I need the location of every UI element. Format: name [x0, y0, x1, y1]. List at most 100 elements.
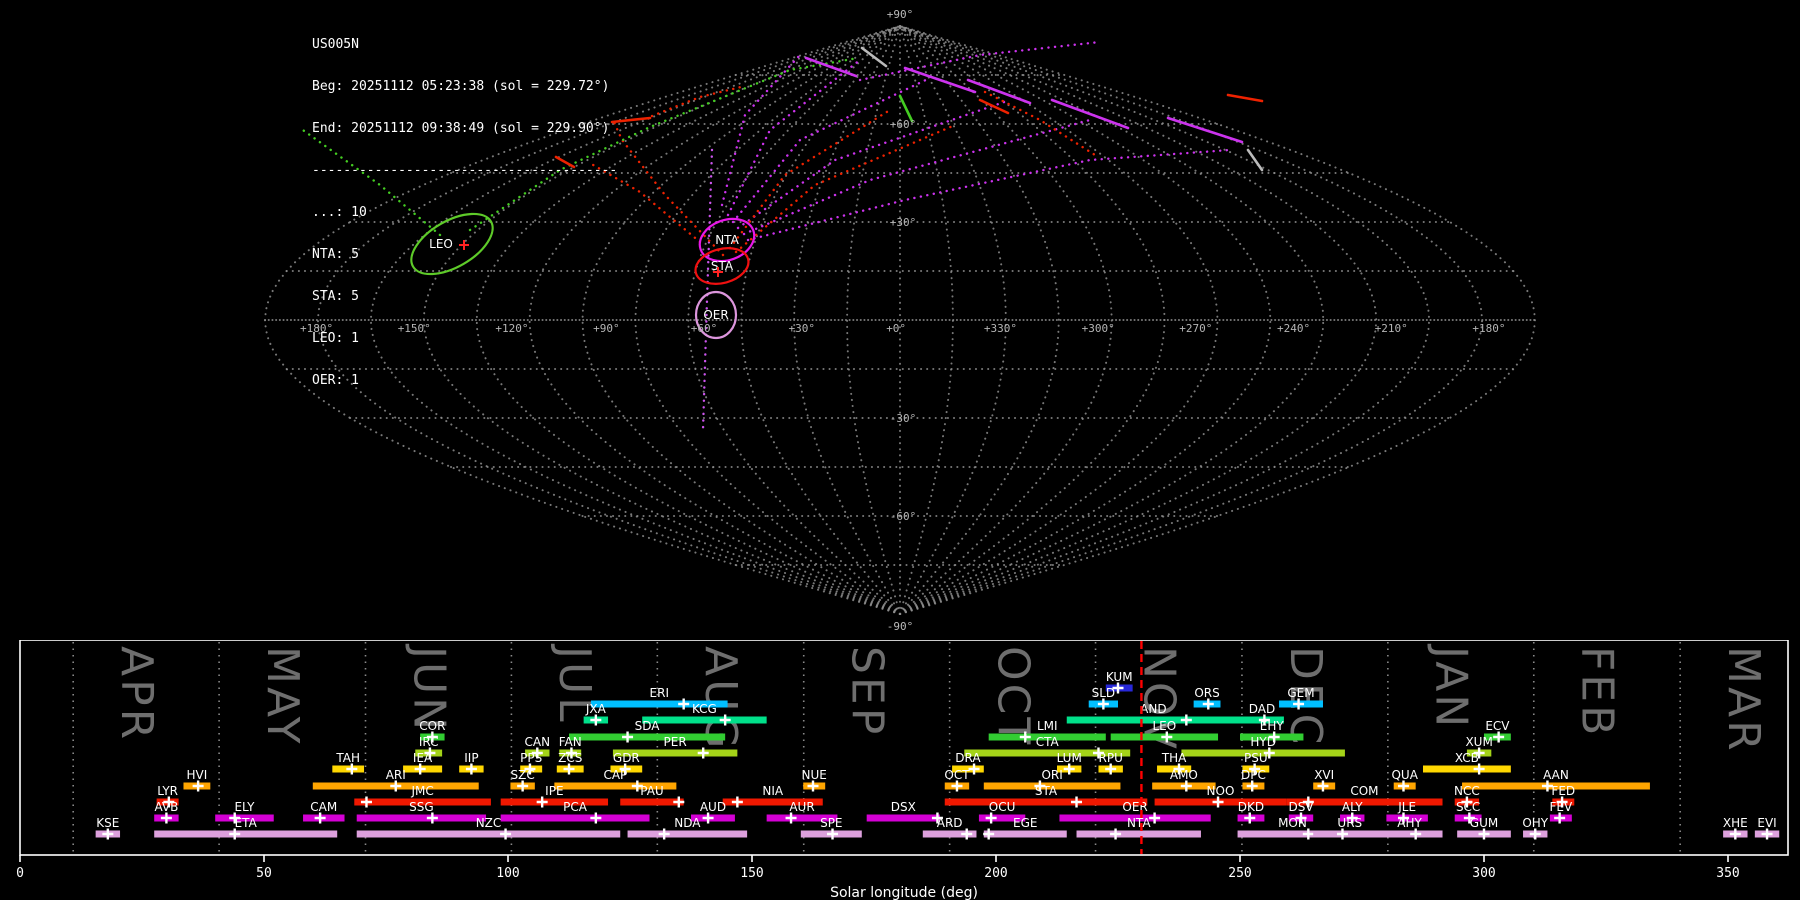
peak-marker-AUR	[785, 812, 797, 824]
shower-label-JMC: JMC	[410, 784, 433, 798]
peak-marker-HVI	[192, 780, 204, 792]
shower-label-AMO: AMO	[1170, 768, 1198, 782]
count-sta: STA: 5	[312, 289, 359, 304]
shower-bar-KCG	[642, 716, 767, 724]
peak-marker-OER	[1149, 812, 1161, 824]
peak-marker-AUD	[702, 812, 714, 824]
shower-label-NUE: NUE	[802, 768, 827, 782]
peak-marker-EVI	[1761, 828, 1773, 840]
end-time: End: 20251112 09:38:49 (sol = 229.90°)	[312, 121, 610, 136]
meteor-trail-dotted	[746, 148, 1232, 242]
shower-label-THA: THA	[1161, 751, 1187, 765]
peak-marker-GUM	[1478, 828, 1490, 840]
peak-marker-SSG	[426, 812, 438, 824]
peak-marker-OCT	[951, 780, 963, 792]
shower-label-CAP: CAP	[603, 768, 627, 782]
shower-label-FED: FED	[1551, 784, 1575, 798]
shower-label-ARD: ARD	[937, 816, 963, 830]
shower-label-GDR: GDR	[613, 751, 640, 765]
shower-label-OCU: OCU	[989, 800, 1016, 814]
x-tick-label-250: 250	[1228, 866, 1251, 881]
peak-marker-IPE	[536, 796, 548, 808]
shower-label-URS: URS	[1337, 816, 1362, 830]
shower-label-RPU: RPU	[1099, 751, 1123, 765]
x-tick-label-300: 300	[1472, 866, 1495, 881]
shower-label-NZC: NZC	[476, 816, 502, 830]
peak-marker-SPE	[827, 828, 839, 840]
shower-bar-XCB	[1423, 765, 1511, 773]
lon-label: +0°	[886, 322, 906, 335]
shower-label-ETA: ETA	[235, 816, 258, 830]
shower-label-NTA: NTA	[1127, 816, 1151, 830]
lon-label: +330°	[984, 322, 1017, 335]
lon-label: +60°	[691, 322, 718, 335]
shower-label-ZCS: ZCS	[558, 751, 582, 765]
shower-label-AVB: AVB	[154, 800, 178, 814]
peak-marker-PAU	[673, 796, 685, 808]
peak-marker-STA	[1071, 796, 1083, 808]
peak-marker-IEA	[414, 763, 426, 775]
observation-info-block: US005N Beg: 20251112 05:23:38 (sol = 229…	[312, 10, 617, 416]
shower-bar-AHY	[1376, 830, 1443, 838]
shower-label-SLD: SLD	[1092, 686, 1116, 700]
meteor-trail-dotted	[736, 98, 1012, 230]
x-tick-label-200: 200	[984, 866, 1007, 881]
shower-label-COM: COM	[1350, 784, 1378, 798]
peak-marker-ECV	[1493, 731, 1505, 743]
shower-label-TAH: TAH	[335, 751, 360, 765]
shower-label-LEO: LEO	[1153, 719, 1177, 733]
shower-label-OCT: OCT	[944, 768, 970, 782]
shower-label-DKD: DKD	[1238, 800, 1264, 814]
shower-label-ERI: ERI	[650, 686, 669, 700]
shower-label-ORI: ORI	[1041, 768, 1062, 782]
x-axis-title: Solar longitude (deg)	[830, 885, 978, 900]
peak-marker-XCB	[1473, 763, 1485, 775]
shower-label-STA: STA	[1035, 784, 1058, 798]
x-tick-label-100: 100	[496, 866, 519, 881]
shower-label-HVI: HVI	[187, 768, 208, 782]
peak-marker-SDA	[622, 731, 634, 743]
shower-label-CAM: CAM	[310, 800, 337, 814]
shower-label-EVI: EVI	[1757, 816, 1776, 830]
shower-label-ELY: ELY	[234, 800, 255, 814]
activity-timeline: APR MAY JUN JUL AUG SEP OCT NOV DEC JAN FEB MARKUME…	[16, 640, 1789, 900]
station-id: US005N	[312, 37, 359, 52]
peak-marker-EGE	[983, 828, 995, 840]
meteor-trail-solid	[1226, 93, 1264, 103]
peak-marker-JMC	[360, 796, 372, 808]
radiant-label-NTA: NTA	[715, 233, 739, 247]
shower-label-KCG: KCG	[692, 702, 717, 716]
peak-marker-ETA	[229, 828, 241, 840]
peak-marker-XVI	[1317, 780, 1329, 792]
peak-marker-SLD	[1097, 698, 1109, 710]
peak-marker-ERI	[678, 698, 690, 710]
shower-label-DRA: DRA	[955, 751, 981, 765]
shower-label-LMI: LMI	[1037, 719, 1058, 733]
shower-label-HYD: HYD	[1250, 735, 1276, 749]
shower-label-PAU: PAU	[640, 784, 663, 798]
shower-bar-ETA	[154, 830, 338, 838]
shower-label-GUM: GUM	[1470, 816, 1498, 830]
shower-label-SDA: SDA	[635, 719, 661, 733]
shower-label-LUM: LUM	[1057, 751, 1082, 765]
peak-marker-NUE	[807, 780, 819, 792]
meteor-trail-dotted	[728, 108, 892, 250]
pole-label-south: -90°	[887, 620, 914, 633]
shower-bar-NDA	[627, 830, 748, 838]
peak-marker-AMO	[1180, 780, 1192, 792]
shower-label-MON: MON	[1278, 816, 1307, 830]
peak-marker-OCU	[985, 812, 997, 824]
shower-label-KUM: KUM	[1106, 670, 1133, 684]
peak-marker-SZC	[517, 780, 529, 792]
peak-marker-PCA	[590, 812, 602, 824]
peak-marker-ZCS	[563, 763, 575, 775]
lat-label: +30°	[890, 216, 917, 229]
shower-bar-SDA	[569, 733, 726, 741]
shower-label-PER: PER	[664, 735, 687, 749]
shower-label-QUA: QUA	[1391, 768, 1418, 782]
shower-label-DSX: DSX	[891, 800, 916, 814]
shower-label-FAN: FAN	[559, 735, 582, 749]
peak-marker-AHY	[1410, 828, 1422, 840]
month-label-MAY: MAY	[257, 646, 308, 747]
x-tick-label-0: 0	[16, 866, 24, 881]
